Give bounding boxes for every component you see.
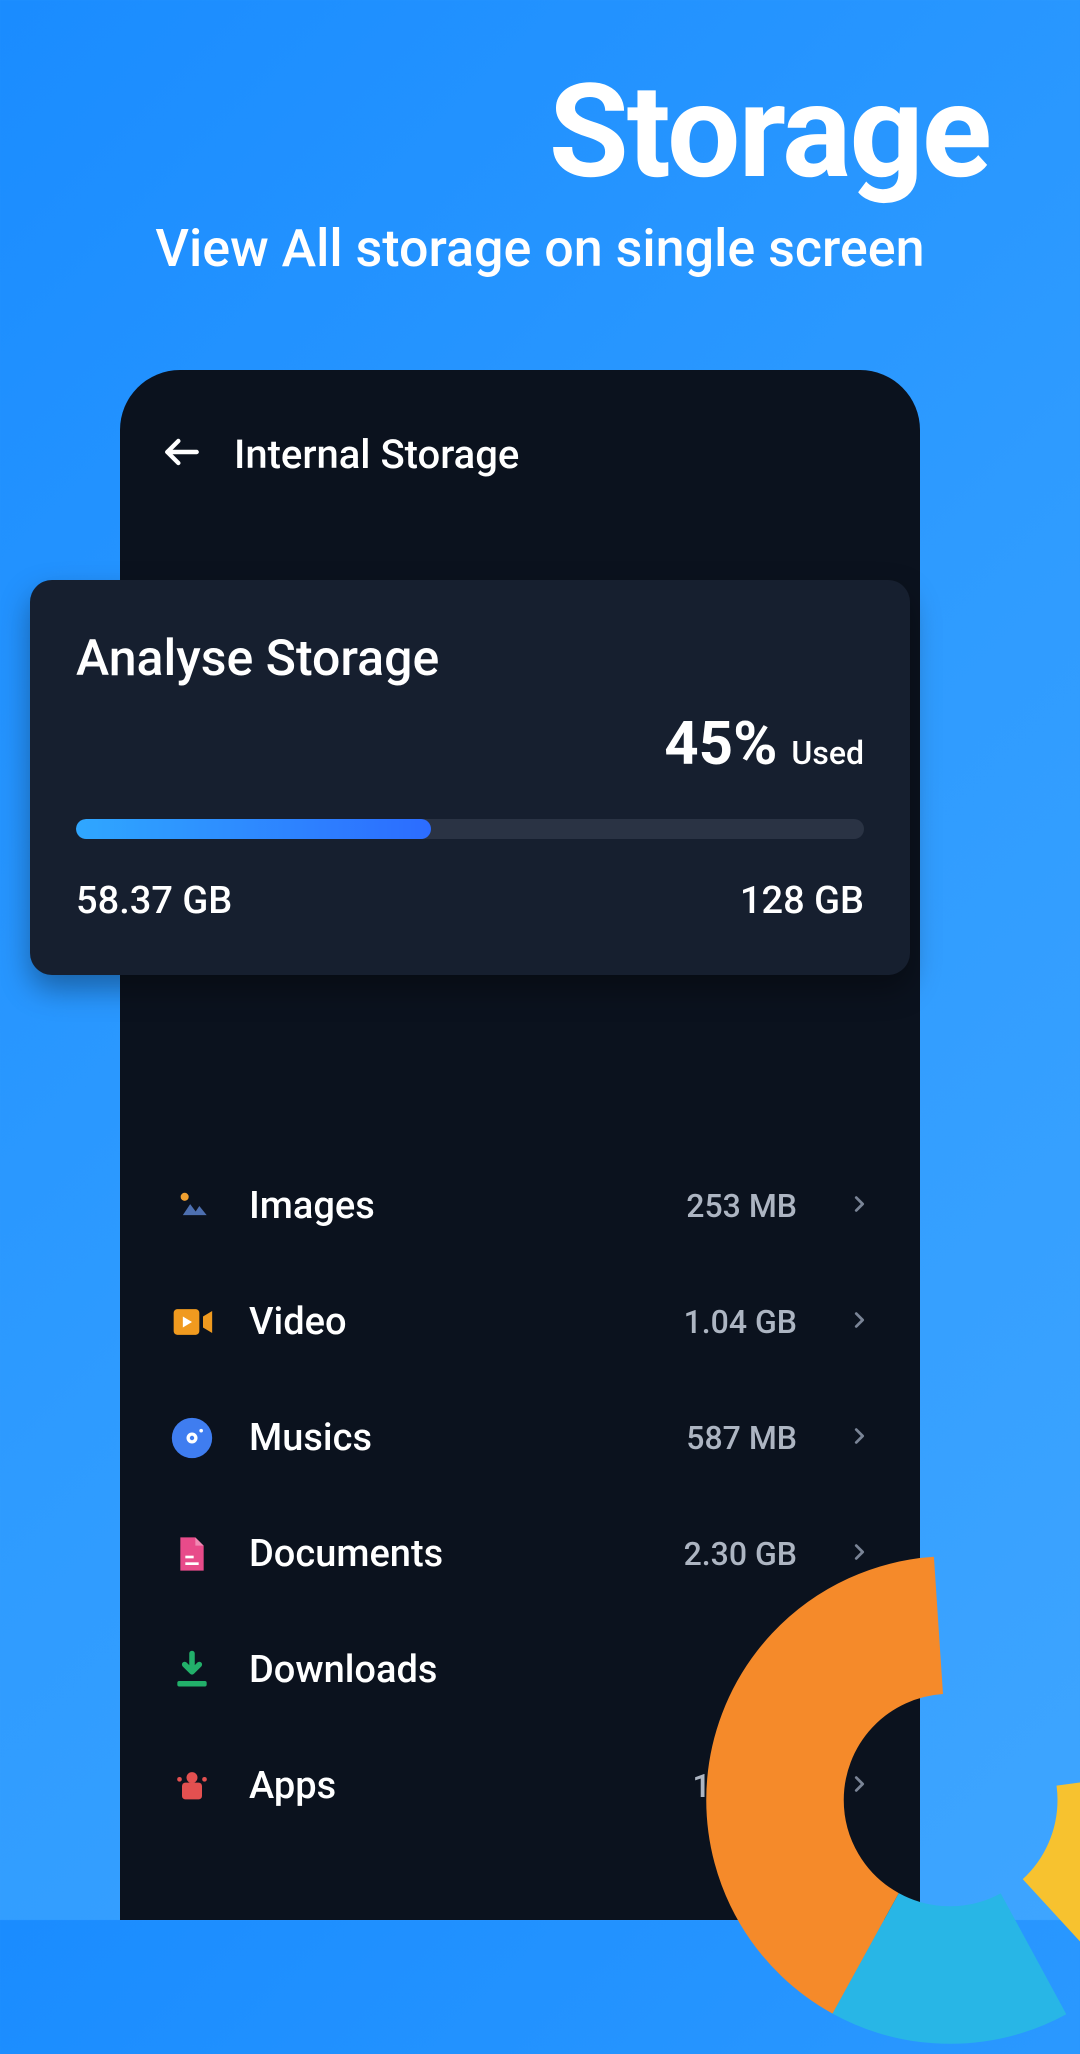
category-label: Apps <box>249 1764 657 1808</box>
category-size: 587 MB <box>686 1419 797 1457</box>
analyse-storage-card[interactable]: Analyse Storage 45% Used 58.37 GB 128 GB <box>30 580 910 975</box>
hero-banner: Storage View All storage on single scree… <box>0 0 1080 279</box>
category-label: Images <box>249 1184 651 1228</box>
app-header: Internal Storage <box>120 370 920 518</box>
category-item-musics[interactable]: Musics 587 MB <box>120 1380 920 1496</box>
chevron-right-icon <box>832 1309 870 1335</box>
images-icon <box>170 1184 214 1228</box>
document-icon <box>170 1532 214 1576</box>
category-size: 1.04 GB <box>684 1303 797 1341</box>
total-size: 128 GB <box>740 879 864 923</box>
category-label: Video <box>249 1300 649 1344</box>
storage-donut-chart <box>700 1550 1080 2050</box>
progress-bar-fill <box>76 819 431 839</box>
page-title: Internal Storage <box>234 431 519 478</box>
usage-row: 45% Used <box>76 708 864 779</box>
size-row: 58.37 GB 128 GB <box>76 879 864 923</box>
hero-title: Storage <box>0 55 1080 208</box>
category-item-video[interactable]: Video 1.04 GB <box>120 1264 920 1380</box>
download-icon <box>170 1648 214 1692</box>
video-icon <box>170 1300 214 1344</box>
usage-percent: 45% <box>664 708 777 779</box>
music-icon <box>170 1416 214 1460</box>
usage-label: Used <box>791 734 864 772</box>
apps-icon <box>170 1764 214 1808</box>
card-title: Analyse Storage <box>76 630 864 688</box>
category-item-images[interactable]: Images 253 MB <box>120 1148 920 1264</box>
category-size: 253 MB <box>686 1187 797 1225</box>
back-arrow-icon[interactable] <box>160 430 204 478</box>
hero-subtitle: View All storage on single screen <box>0 218 1080 279</box>
category-label: Documents <box>249 1532 649 1576</box>
used-size: 58.37 GB <box>76 879 232 923</box>
category-label: Musics <box>249 1416 651 1460</box>
chevron-right-icon <box>832 1425 870 1451</box>
progress-bar <box>76 819 864 839</box>
chevron-right-icon <box>832 1193 870 1219</box>
category-label: Downloads <box>249 1648 762 1692</box>
